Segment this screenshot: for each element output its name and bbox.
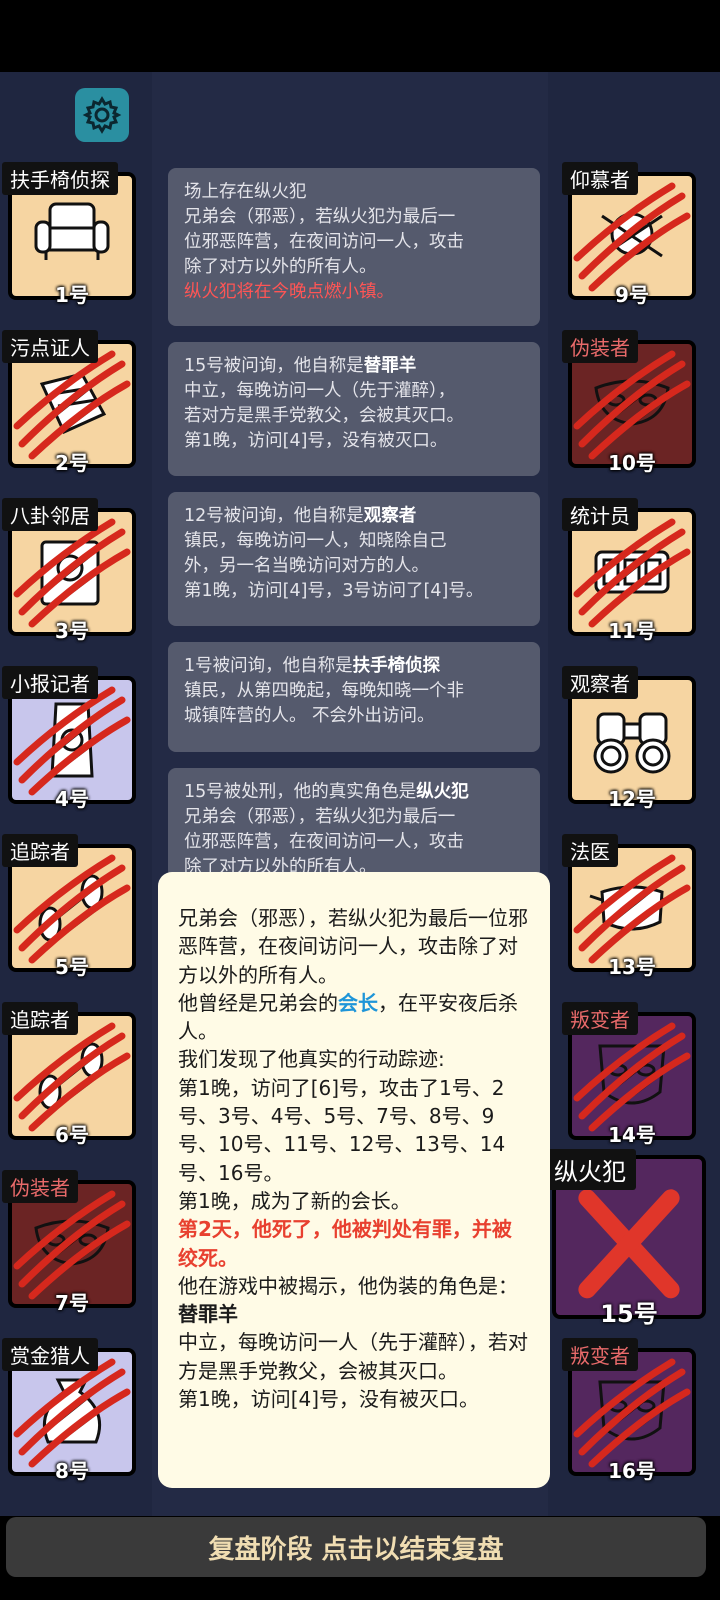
- settings-button[interactable]: [75, 88, 129, 142]
- log-line: 兄弟会（邪恶），若纵火犯为最后一: [184, 807, 456, 827]
- role-label: 小报记者: [2, 666, 98, 699]
- player-number: 6号: [55, 1123, 89, 1147]
- popup-disguise-desc: 中立，每晚访问一人（先于灌醉），若对方是黑手党教父，会被其灭口。: [178, 1330, 528, 1383]
- popup-history: 他曾经是兄弟会的会长，在平安夜后杀人。: [178, 990, 518, 1044]
- player-card-2[interactable]: 污点证人 2号: [2, 330, 136, 475]
- player-number: 3号: [55, 619, 89, 643]
- role-label: 统计员: [562, 498, 638, 531]
- role-label: 污点证人: [2, 330, 98, 363]
- player-card-11[interactable]: 统计员 11号: [562, 498, 696, 643]
- log-message-5: 15号被处刑，他的真实角色是纵火犯 兄弟会（邪恶），若纵火犯为最后一 位邪恶阵营…: [168, 768, 540, 878]
- player-number: 8号: [55, 1459, 89, 1483]
- player-number: 11号: [608, 619, 656, 643]
- popup-disguise: 他在游戏中被揭示，他伪装的角色是：替罪羊: [178, 1273, 518, 1327]
- popup-trace-leader: 第1晚，成为了新的会长。: [178, 1188, 411, 1213]
- player-card-14[interactable]: 叛变者 14号: [562, 1002, 696, 1147]
- role-label: 伪装者: [562, 330, 638, 363]
- log-line: 外，另一名当晚访问对方的人。: [184, 556, 429, 576]
- popup-trace-title: 我们发现了他真实的行动踪迹:: [178, 1047, 445, 1072]
- player-number: 4号: [55, 787, 89, 811]
- player-card-16[interactable]: 叛变者 16号: [562, 1338, 696, 1483]
- player-card-13[interactable]: 法医 13号: [562, 834, 696, 979]
- log-message-3: 12号被问询，他自称是观察者 镇民，每晚访问一人，知晓除自己 外，另一名当晚访问…: [168, 492, 540, 626]
- log-line: 第1晚，访问[4]号，没有被灭口。: [184, 431, 448, 451]
- player-card-3[interactable]: 八卦邻居 3号: [2, 498, 136, 643]
- player-number: 13号: [608, 955, 656, 979]
- log-line: 兄弟会（邪恶），若纵火犯为最后一: [184, 207, 456, 227]
- player-card-7[interactable]: 伪装者 7号: [2, 1170, 136, 1315]
- log-line: 第1晚，访问[4]号，3号访问了[4]号。: [184, 581, 484, 601]
- player-card-10[interactable]: 伪装者 10号: [562, 330, 696, 475]
- player-card-1[interactable]: 扶手椅侦探 1号: [2, 162, 136, 307]
- log-line: 若对方是黑手党教父，会被其灭口。: [184, 406, 464, 426]
- player-number: 16号: [608, 1459, 656, 1483]
- role-label: 叛变者: [562, 1338, 638, 1371]
- log-line: 场上存在纵火犯: [184, 182, 307, 202]
- log-line: 位邪恶阵营，在夜间访问一人，攻击: [184, 832, 464, 852]
- end-review-button[interactable]: 复盘阶段 点击以结束复盘: [6, 1517, 706, 1577]
- player-card-8[interactable]: 赏金猎人 8号: [2, 1338, 136, 1483]
- player-card-15[interactable]: 纵火犯 15号: [544, 1149, 706, 1328]
- role-label: 法医: [562, 834, 618, 867]
- log-message-2: 15号被问询，他自称是替罪羊 中立，每晚访问一人（先于灌醉）， 若对方是黑手党教…: [168, 342, 540, 476]
- player-number: 2号: [55, 451, 89, 475]
- log-head: 1号被问询，他自称是扶手椅侦探: [184, 656, 441, 676]
- log-line: 除了对方以外的所有人。: [184, 257, 377, 277]
- player-number: 15号: [600, 1300, 658, 1328]
- popup-description: 兄弟会（邪恶），若纵火犯为最后一位邪恶阵营，在夜间访问一人，攻击除了对方以外的所…: [178, 906, 528, 987]
- log-line: 城镇阵营的人。 不会外出访问。: [184, 706, 435, 726]
- player-card-9[interactable]: 仰慕者 9号: [562, 162, 696, 307]
- player-number: 10号: [608, 451, 656, 475]
- status-bar: [0, 0, 720, 72]
- log-line: 镇民，每晚访问一人，知晓除自己: [184, 531, 447, 551]
- player-number: 9号: [615, 283, 649, 307]
- role-label: 仰慕者: [562, 162, 638, 195]
- player-number: 14号: [608, 1123, 656, 1147]
- player-card-4[interactable]: 小报记者 4号: [2, 666, 136, 811]
- log-head: 12号被问询，他自称是观察者: [184, 506, 417, 526]
- log-warning: 纵火犯将在今晚点燃小镇。: [184, 282, 394, 302]
- role-label: 纵火犯: [544, 1149, 636, 1190]
- player-card-5[interactable]: 追踪者 5号: [2, 834, 136, 979]
- log-line: 中立，每晚访问一人（先于灌醉），: [184, 381, 456, 401]
- log-head: 15号被问询，他自称是替罪羊: [184, 356, 417, 376]
- player-number: 1号: [55, 283, 89, 307]
- role-label: 追踪者: [2, 1002, 78, 1035]
- log-line: 镇民，从第四晚起，每晚知晓一个非: [184, 681, 464, 701]
- player-number: 5号: [55, 955, 89, 979]
- gear-icon: [82, 96, 122, 134]
- role-label: 追踪者: [2, 834, 78, 867]
- player-card-12[interactable]: 观察者 12号: [562, 666, 696, 811]
- player-card-6[interactable]: 追踪者 6号: [2, 1002, 136, 1147]
- player-number: 12号: [608, 787, 656, 811]
- role-label: 观察者: [562, 666, 638, 699]
- log-message-1: 场上存在纵火犯 兄弟会（邪恶），若纵火犯为最后一 位邪恶阵营，在夜间访问一人，攻…: [168, 168, 540, 326]
- popup-trace-night1: 第1晚，访问了[6]号，攻击了1号、2号、3号、4号、5号、7号、8号、9号、1…: [178, 1075, 506, 1185]
- popup-disguise-night1: 第1晚，访问[4]号，没有被灭口。: [178, 1387, 480, 1412]
- role-label: 扶手椅侦探: [2, 162, 118, 195]
- popup-death: 第2天，他死了，他被判处有罪，并被绞死。: [178, 1217, 512, 1270]
- role-label: 赏金猎人: [2, 1338, 98, 1371]
- role-detail-popup[interactable]: 兄弟会（邪恶），若纵火犯为最后一位邪恶阵营，在夜间访问一人，攻击除了对方以外的所…: [158, 872, 550, 1488]
- role-label: 八卦邻居: [2, 498, 98, 531]
- log-head: 15号被处刑，他的真实角色是纵火犯: [184, 782, 469, 802]
- leader-highlight: 会长: [338, 990, 378, 1015]
- log-line: 位邪恶阵营，在夜间访问一人，攻击: [184, 232, 464, 252]
- player-number: 7号: [55, 1291, 89, 1315]
- role-label: 叛变者: [562, 1002, 638, 1035]
- log-message-4: 1号被问询，他自称是扶手椅侦探 镇民，从第四晚起，每晚知晓一个非 城镇阵营的人。…: [168, 642, 540, 752]
- role-label: 伪装者: [2, 1170, 78, 1203]
